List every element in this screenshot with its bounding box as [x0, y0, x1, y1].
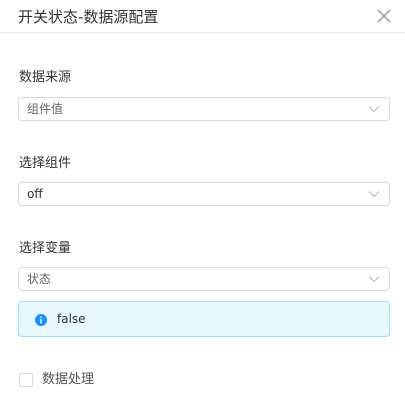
close-button[interactable] — [373, 5, 395, 27]
data-source-select[interactable]: 组件值 — [18, 97, 390, 121]
dialog-header: 开关状态-数据源配置 — [0, 0, 405, 33]
value-info-alert: false — [18, 301, 390, 337]
component-select[interactable]: off — [18, 182, 390, 206]
data-source-value: 组件值 — [27, 102, 64, 116]
close-icon — [373, 5, 395, 27]
checkbox-box[interactable] — [19, 373, 33, 387]
component-label: 选择组件 — [19, 156, 72, 171]
variable-select[interactable]: 状态 — [18, 267, 390, 291]
component-value: off — [27, 187, 43, 201]
info-value-text: false — [57, 312, 86, 326]
chevron-down-icon — [368, 189, 380, 199]
data-source-label: 数据来源 — [19, 70, 72, 85]
variable-label: 选择变量 — [19, 241, 72, 256]
dialog-title: 开关状态-数据源配置 — [18, 8, 159, 26]
variable-value: 状态 — [27, 272, 52, 286]
data-processing-label: 数据处理 — [42, 372, 95, 387]
chevron-down-icon — [368, 104, 380, 114]
data-source-config-panel: 开关状态-数据源配置 数据来源 组件值 选择组件 off 选择变量 状态 fal… — [0, 0, 405, 404]
chevron-down-icon — [368, 274, 380, 284]
info-icon — [35, 314, 47, 326]
